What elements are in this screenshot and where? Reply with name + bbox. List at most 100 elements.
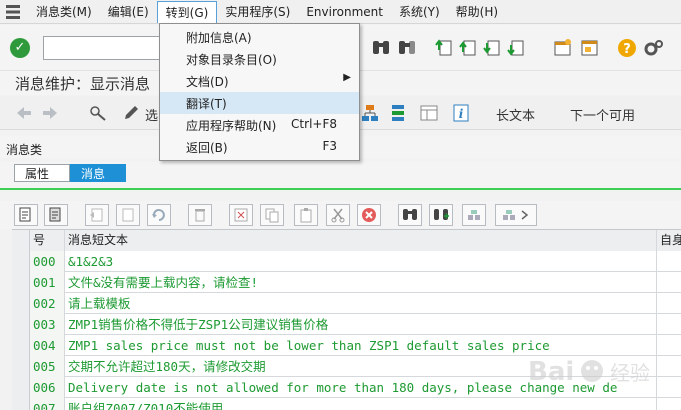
message-short-text[interactable]: 交期不允许超过180天，请修改交期 [65,356,657,377]
frame-icon[interactable] [419,103,439,123]
menu-help[interactable]: 帮助(H) [448,1,506,22]
previous-page-icon[interactable] [458,38,478,58]
command-field[interactable] [43,36,161,60]
insert-row-icon[interactable] [85,204,109,226]
menu-item-documentation[interactable]: 文档(D) ▶ [160,70,359,92]
self-explanatory-checkbox[interactable] [657,314,681,335]
find-next-icon[interactable] [397,38,417,58]
customize-layout-icon[interactable] [643,38,663,58]
find-icon[interactable] [371,38,391,58]
edit-pencil-icon[interactable] [121,103,141,123]
select-label[interactable]: 选 [145,105,158,124]
message-number[interactable]: 003 [30,314,65,335]
self-explanatory-checkbox[interactable] [657,293,681,314]
delete-icon[interactable] [188,204,212,226]
expand-icon[interactable] [462,204,486,226]
menu-edit[interactable]: 编辑(E) [100,1,157,22]
more-icon[interactable] [495,204,537,226]
table-find-icon[interactable] [398,204,422,226]
append-row-icon[interactable] [116,204,140,226]
shortcut-icon[interactable] [580,38,600,58]
next-available-button[interactable]: 下一个可用 [570,105,635,124]
menu-utilities[interactable]: 实用程序(S) [217,1,298,22]
table-row[interactable]: 003 ZMP1销售价格不得低于ZSP1公司建议销售价格 [12,314,681,335]
message-short-text[interactable]: 请上载模板 [65,293,657,314]
row-selector[interactable] [12,272,30,293]
table-find-next-icon[interactable] [429,204,453,226]
menu-message-class[interactable]: 消息类(M) [28,1,100,22]
menu-goto[interactable]: 转到(G) [156,0,218,23]
self-explanatory-checkbox[interactable] [657,272,681,293]
message-short-text[interactable]: 文件&没有需要上载内容，请检查! [65,272,657,293]
message-short-text[interactable]: Delivery date is not allowed for more th… [65,377,657,398]
self-explanatory-checkbox[interactable] [657,398,681,410]
svg-text:?: ? [623,42,631,57]
long-text-button[interactable]: 长文本 [496,105,535,124]
select-block-icon[interactable] [229,204,253,226]
where-used-icon[interactable] [388,103,408,123]
row-selector[interactable] [12,293,30,314]
table-row[interactable]: 007 账户组Z007/Z010不能使用 [12,398,681,410]
menu-item-back[interactable]: 返回(B) F3 [160,136,359,158]
row-selector[interactable] [12,251,30,272]
table-row[interactable]: 004 ZMP1 sales price must not be lower t… [12,335,681,356]
new-session-icon[interactable] [553,38,573,58]
message-number[interactable]: 004 [30,335,65,356]
enter-check-icon[interactable]: ✓ [10,38,30,58]
row-selector[interactable] [12,398,30,410]
menu-item-translation[interactable]: 翻译(T) [160,92,359,114]
last-page-icon[interactable] [506,38,526,58]
table-row[interactable]: 001 文件&没有需要上载内容，请检查! [12,272,681,293]
message-number[interactable]: 001 [30,272,65,293]
tab-attributes[interactable]: 属性 [14,164,70,182]
menu-item-application-help[interactable]: 应用程序帮助(N) Ctrl+F8 [160,114,359,136]
row-selector[interactable] [12,356,30,377]
cut-icon[interactable] [326,204,350,226]
column-header-short-text[interactable]: 消息短文本 [65,230,657,251]
back-arrow-icon[interactable] [14,103,34,123]
first-page-icon[interactable] [434,38,454,58]
menu-system[interactable]: 系统(Y) [391,1,448,22]
table-row[interactable]: 002 请上载模板 [12,293,681,314]
table-row[interactable]: 005 交期不允许超过180天，请修改交期 [12,356,681,377]
row-selector[interactable] [12,335,30,356]
message-number[interactable]: 005 [30,356,65,377]
row-selector-header[interactable] [12,230,30,251]
message-number[interactable]: 002 [30,293,65,314]
menu-item-additional-info[interactable]: 附加信息(A) [160,26,359,48]
copy-icon[interactable] [260,204,284,226]
column-header-self-explanatory[interactable]: 自身 [657,230,681,251]
row-selector[interactable] [12,377,30,398]
self-explanatory-checkbox[interactable] [657,377,681,398]
menu-item-object-directory-entry[interactable]: 对象目录条目(O) [160,48,359,70]
select-all-icon[interactable] [44,204,68,226]
message-number[interactable]: 000 [30,251,65,272]
table-row[interactable]: 006 Delivery date is not allowed for mor… [12,377,681,398]
paste-icon[interactable] [294,204,318,226]
hierarchy-icon[interactable] [360,103,380,123]
info-icon[interactable]: i [451,103,471,123]
message-short-text[interactable]: &1&2&3 [65,251,657,272]
message-short-text[interactable]: 账户组Z007/Z010不能使用 [65,398,657,410]
menu-environment[interactable]: Environment [298,3,391,21]
table-row[interactable]: 000 &1&2&3 [12,251,681,272]
next-page-icon[interactable] [482,38,502,58]
self-explanatory-checkbox[interactable] [657,335,681,356]
message-short-text[interactable]: ZMP1 sales price must not be lower than … [65,335,657,356]
message-short-text[interactable]: ZMP1销售价格不得低于ZSP1公司建议销售价格 [65,314,657,335]
self-explanatory-checkbox[interactable] [657,356,681,377]
cancel-icon[interactable] [357,204,381,226]
undo-icon[interactable] [147,204,171,226]
message-number[interactable]: 006 [30,377,65,398]
details-icon[interactable] [14,204,38,226]
menu-bar: 消息类(M) 编辑(E) 转到(G) 实用程序(S) Environment 系… [0,0,681,24]
tab-messages[interactable]: 消息 [70,164,126,182]
display-change-icon[interactable] [88,103,108,123]
row-selector[interactable] [12,314,30,335]
forward-arrow-icon[interactable] [40,103,60,123]
sap-menu-icon[interactable] [2,1,24,23]
self-explanatory-checkbox[interactable] [657,251,681,272]
message-number[interactable]: 007 [30,398,65,410]
help-icon[interactable]: ? [617,38,637,58]
column-header-number[interactable]: 号 [30,230,65,251]
